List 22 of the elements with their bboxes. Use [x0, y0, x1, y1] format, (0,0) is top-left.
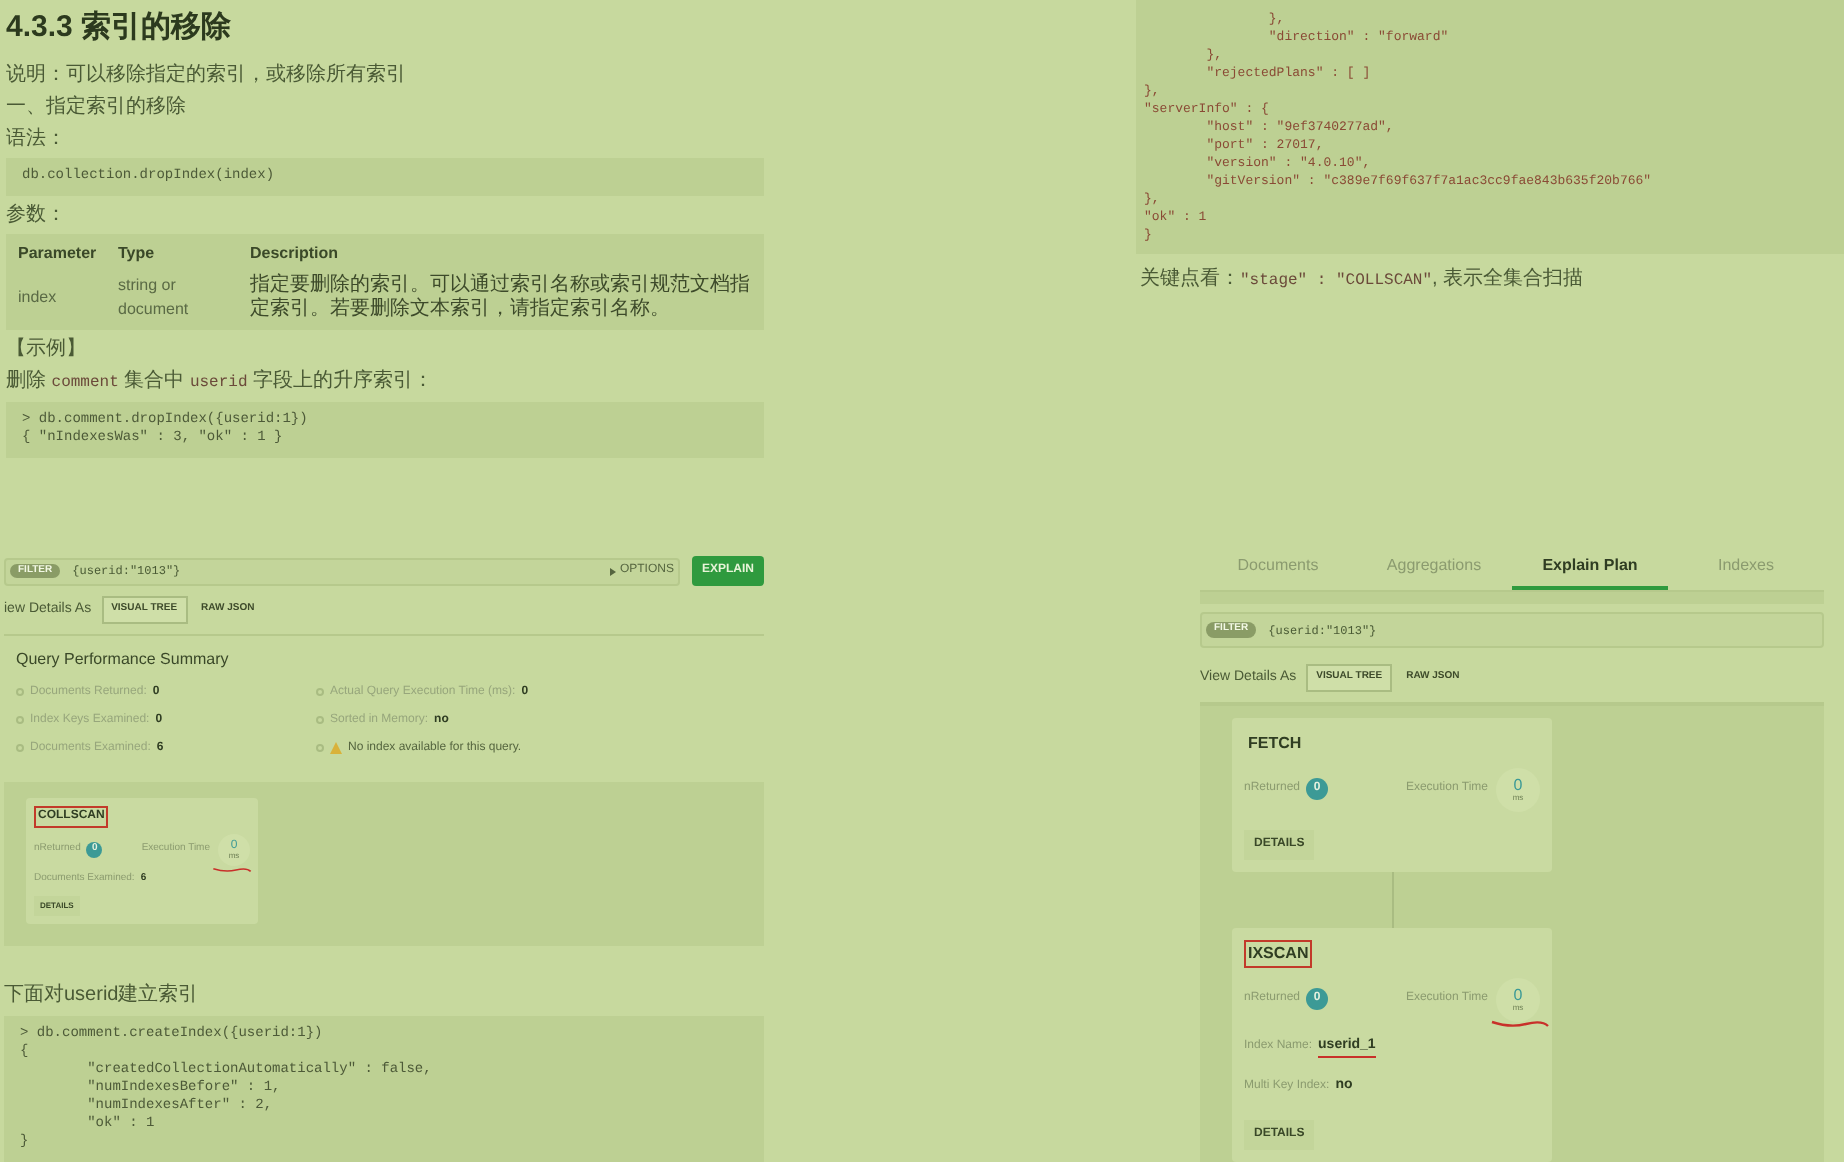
paragraph: 关键点看："stage" : "COLLSCAN", 表示全集合扫描 — [1138, 266, 1586, 294]
paragraph: 【示例】 — [6, 335, 88, 361]
paragraph: 一、指定索引的移除 — [6, 93, 188, 119]
column-header: Description — [250, 241, 341, 265]
time-value: 0 — [1513, 777, 1523, 793]
paragraph: 说明：可以移除指定的索引，或移除所有索引 — [6, 61, 408, 87]
paragraph: 参数： — [6, 201, 68, 227]
stage-title: IXSCAN — [1244, 939, 1313, 967]
paragraph: 语法： — [6, 125, 68, 151]
time-value: 0 — [1513, 987, 1523, 1003]
section-heading: 4.3.3 索引的移除 — [6, 8, 234, 48]
summary-title: Query Performance Summary — [14, 647, 231, 671]
paragraph: 下面对userid建立索引 — [4, 981, 201, 1007]
column-header: Type — [118, 241, 157, 265]
paragraph: 删除 comment 集合中 userid 字段上的升序索引： — [6, 367, 436, 395]
table-cell-text: string or document — [118, 273, 191, 321]
table-cell: 指定要删除的索引。可以通过索引名称或索引规范文档指定索引。若要删除文本索引，请指定索引名称。 — [250, 273, 752, 321]
column-header: Parameter — [18, 241, 99, 265]
table-cell-text: index — [18, 285, 59, 309]
caret-icon — [609, 567, 616, 575]
stage-title: FETCH — [1246, 731, 1304, 755]
warning-icon — [330, 742, 342, 754]
